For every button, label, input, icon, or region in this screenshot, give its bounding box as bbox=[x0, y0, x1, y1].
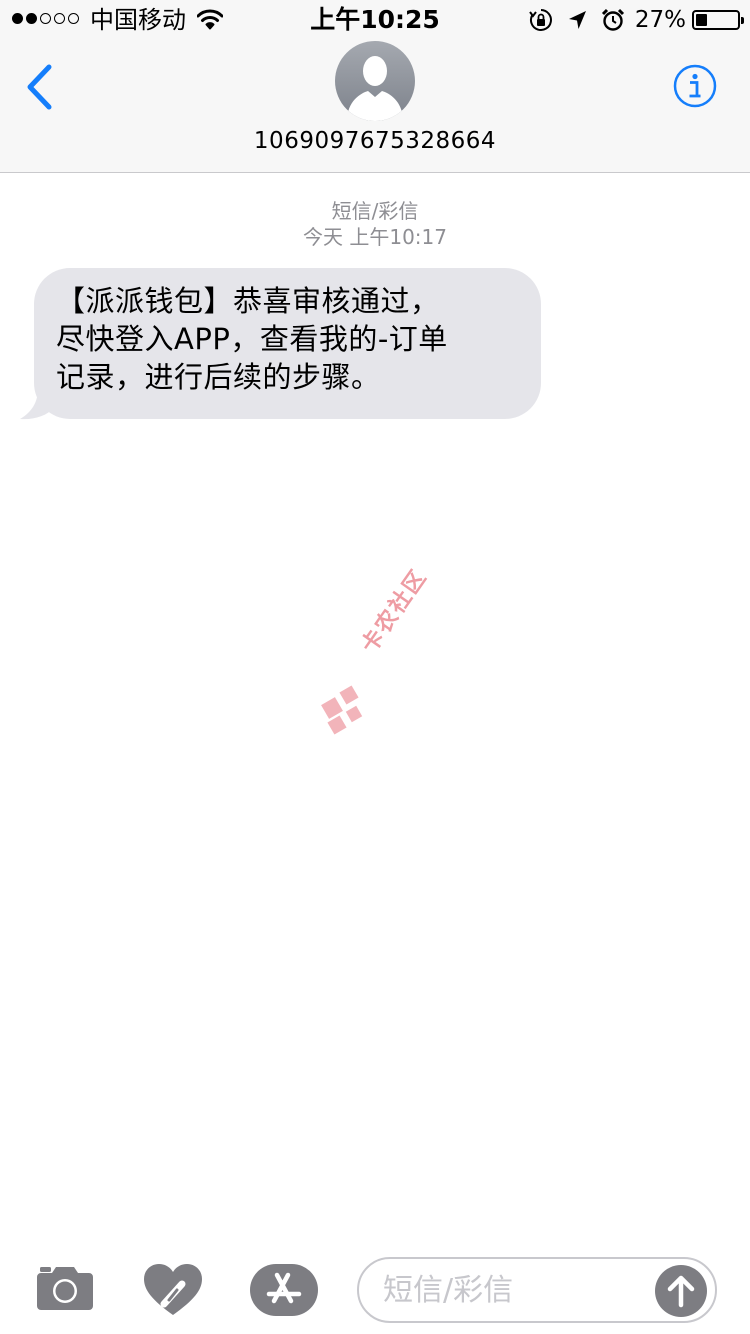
alarm-icon bbox=[601, 8, 625, 32]
message-line: 记录，进行后续的步骤。 bbox=[56, 360, 381, 394]
camera-icon bbox=[37, 1267, 93, 1310]
battery-percent: 27% bbox=[634, 7, 686, 33]
battery-icon bbox=[692, 10, 744, 30]
message-input[interactable] bbox=[383, 1267, 643, 1313]
message-input-container[interactable] bbox=[357, 1257, 717, 1323]
app-store-icon bbox=[250, 1264, 318, 1316]
contact-number[interactable]: 1069097675328664 bbox=[0, 126, 750, 156]
arrow-up-icon bbox=[655, 1265, 707, 1317]
navigation-bar: 1069097675328664 bbox=[0, 40, 750, 172]
status-icons: 27% bbox=[529, 6, 744, 34]
location-arrow-icon bbox=[567, 9, 587, 31]
message-timestamp: 今天 上午10:17 bbox=[303, 225, 447, 249]
contact-avatar[interactable] bbox=[335, 41, 415, 121]
message-line: 【派派钱包】恭喜审核通过， bbox=[56, 284, 440, 318]
send-button[interactable] bbox=[655, 1265, 707, 1317]
digital-touch-button[interactable] bbox=[144, 1264, 202, 1320]
battery-cap bbox=[741, 17, 744, 24]
message-line: 尽快登入APP，查看我的-订单 bbox=[56, 322, 448, 356]
battery-fill bbox=[696, 14, 707, 26]
compose-bar bbox=[0, 1246, 750, 1334]
back-button[interactable] bbox=[22, 62, 62, 112]
status-bar: 中国移动 上午10:25 27% bbox=[0, 0, 750, 40]
rotation-lock-icon bbox=[529, 8, 553, 32]
person-silhouette-icon bbox=[347, 56, 403, 121]
header: 中国移动 上午10:25 27% 1069097675328664 bbox=[0, 0, 750, 173]
camera-button[interactable] bbox=[36, 1264, 94, 1314]
chevron-left-icon bbox=[27, 64, 52, 110]
incoming-message-bubble[interactable]: 【派派钱包】恭喜审核通过， 尽快登入APP，查看我的-订单 记录，进行后续的步骤… bbox=[34, 268, 541, 419]
message-service-label: 短信/彩信 bbox=[331, 199, 419, 223]
info-circle-icon bbox=[673, 64, 717, 108]
digital-touch-heart-icon bbox=[144, 1264, 202, 1315]
app-store-button[interactable] bbox=[250, 1264, 318, 1320]
info-button[interactable] bbox=[673, 64, 717, 108]
